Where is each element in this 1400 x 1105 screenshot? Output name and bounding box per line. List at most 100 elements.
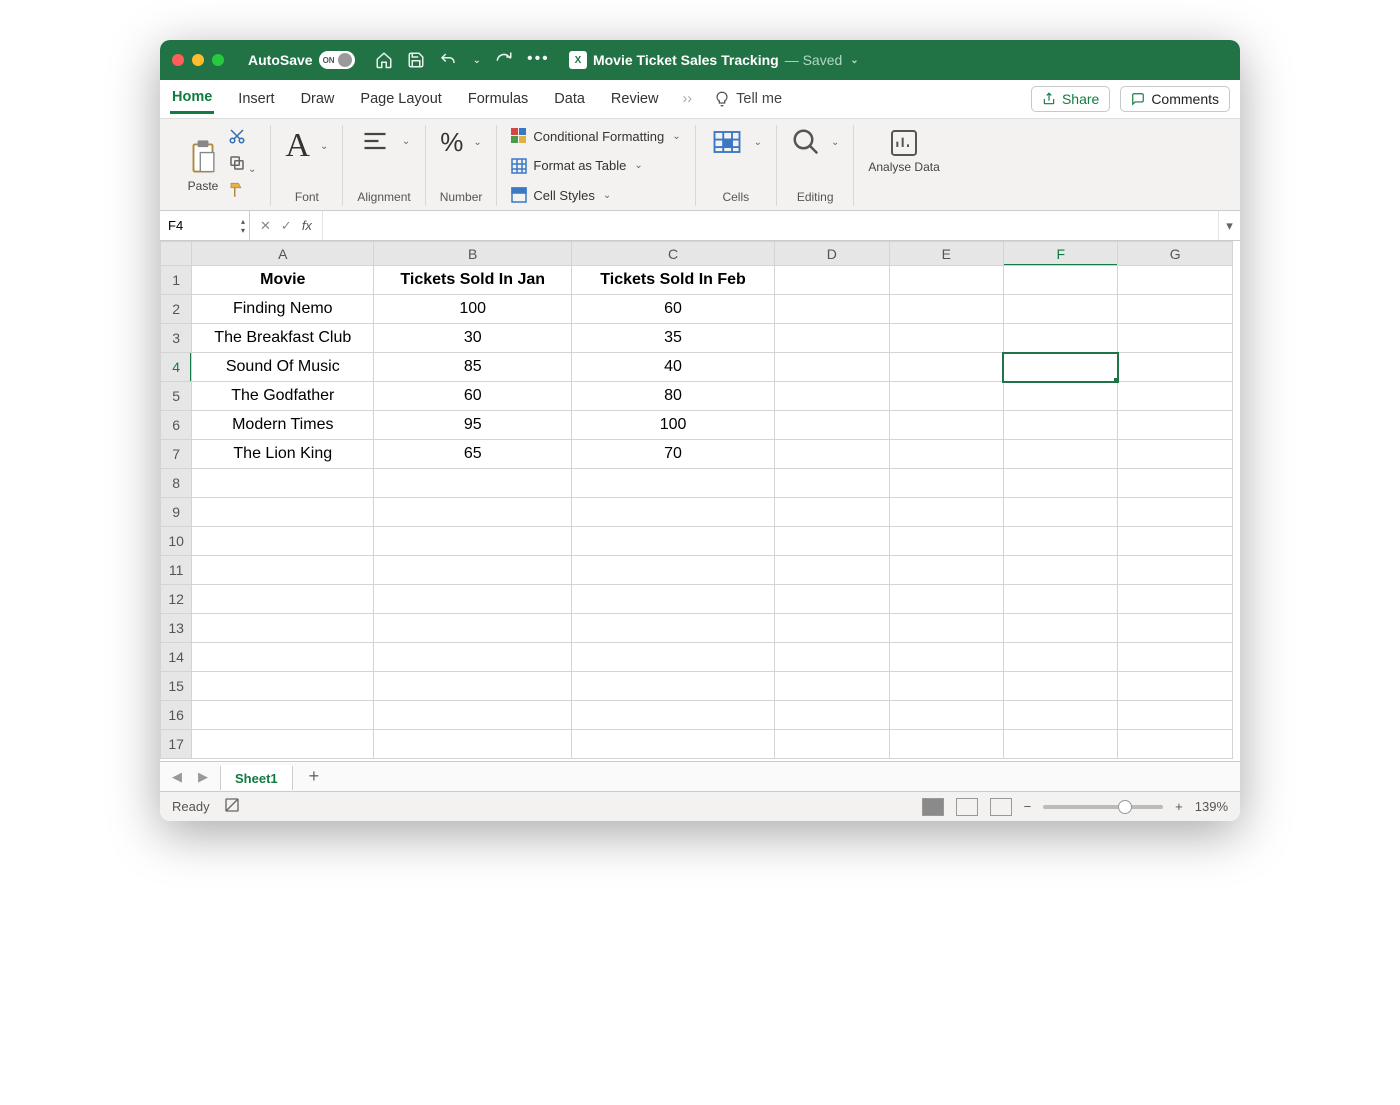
column-header-E[interactable]: E: [889, 242, 1003, 266]
cell-A9[interactable]: [192, 498, 374, 527]
row-header-3[interactable]: 3: [161, 324, 192, 353]
cell-E3[interactable]: [889, 324, 1003, 353]
cells-button[interactable]: [710, 127, 744, 157]
tab-home[interactable]: Home: [170, 85, 214, 114]
cell-E5[interactable]: [889, 382, 1003, 411]
fx-icon[interactable]: fx: [302, 218, 312, 233]
row-header-4[interactable]: 4: [161, 353, 192, 382]
cell-C3[interactable]: 35: [572, 324, 775, 353]
cell-A16[interactable]: [192, 701, 374, 730]
row-header-7[interactable]: 7: [161, 440, 192, 469]
fullscreen-window-icon[interactable]: [212, 54, 224, 66]
cell-D5[interactable]: [775, 382, 889, 411]
cell-C7[interactable]: 70: [572, 440, 775, 469]
analyse-data-button[interactable]: Analyse Data: [868, 127, 939, 174]
cell-G15[interactable]: [1118, 672, 1233, 701]
cell-E6[interactable]: [889, 411, 1003, 440]
cell-F1[interactable]: [1003, 266, 1117, 295]
cell-B13[interactable]: [374, 614, 572, 643]
cell-B7[interactable]: 65: [374, 440, 572, 469]
save-icon[interactable]: [407, 51, 425, 69]
conditional-formatting-button[interactable]: Conditional Formatting⌄: [511, 127, 680, 145]
cell-D8[interactable]: [775, 469, 889, 498]
formula-input[interactable]: [323, 211, 1218, 240]
cell-D9[interactable]: [775, 498, 889, 527]
cell-F17[interactable]: [1003, 730, 1117, 759]
chevron-down-icon[interactable]: ⌄: [754, 137, 762, 148]
cell-G10[interactable]: [1118, 527, 1233, 556]
row-header-12[interactable]: 12: [161, 585, 192, 614]
tab-page-layout[interactable]: Page Layout: [358, 87, 443, 111]
view-page-break-button[interactable]: [990, 798, 1012, 816]
cell-G13[interactable]: [1118, 614, 1233, 643]
cell-F10[interactable]: [1003, 527, 1117, 556]
row-header-8[interactable]: 8: [161, 469, 192, 498]
row-header-13[interactable]: 13: [161, 614, 192, 643]
cell-E4[interactable]: [889, 353, 1003, 382]
redo-icon[interactable]: [495, 51, 513, 69]
chevron-down-icon[interactable]: ⌄: [320, 141, 328, 152]
cell-A4[interactable]: Sound Of Music: [192, 353, 374, 382]
row-header-17[interactable]: 17: [161, 730, 192, 759]
name-box[interactable]: F4 ▴▾: [160, 211, 250, 240]
cell-E11[interactable]: [889, 556, 1003, 585]
tab-data[interactable]: Data: [552, 87, 587, 111]
cell-A3[interactable]: The Breakfast Club: [192, 324, 374, 353]
tabs-overflow-icon[interactable]: ››: [682, 91, 692, 107]
cell-F16[interactable]: [1003, 701, 1117, 730]
row-header-16[interactable]: 16: [161, 701, 192, 730]
cell-F8[interactable]: [1003, 469, 1117, 498]
cell-C9[interactable]: [572, 498, 775, 527]
cell-G5[interactable]: [1118, 382, 1233, 411]
cell-F7[interactable]: [1003, 440, 1117, 469]
spreadsheet-grid[interactable]: ABCDEFG 1MovieTickets Sold In JanTickets…: [160, 241, 1240, 761]
cell-C10[interactable]: [572, 527, 775, 556]
cell-D3[interactable]: [775, 324, 889, 353]
zoom-level[interactable]: 139%: [1195, 799, 1228, 814]
cell-G3[interactable]: [1118, 324, 1233, 353]
cell-F14[interactable]: [1003, 643, 1117, 672]
cell-C15[interactable]: [572, 672, 775, 701]
cell-B17[interactable]: [374, 730, 572, 759]
sheet-tab-sheet1[interactable]: Sheet1: [220, 765, 293, 790]
cell-C2[interactable]: 60: [572, 295, 775, 324]
row-header-10[interactable]: 10: [161, 527, 192, 556]
cell-F11[interactable]: [1003, 556, 1117, 585]
cell-C14[interactable]: [572, 643, 775, 672]
cell-A7[interactable]: The Lion King: [192, 440, 374, 469]
cell-B6[interactable]: 95: [374, 411, 572, 440]
cell-E17[interactable]: [889, 730, 1003, 759]
view-page-layout-button[interactable]: [956, 798, 978, 816]
select-all-corner[interactable]: [161, 242, 192, 266]
cell-A13[interactable]: [192, 614, 374, 643]
undo-dropdown-icon[interactable]: ⌄: [473, 55, 481, 66]
cell-C16[interactable]: [572, 701, 775, 730]
cell-F2[interactable]: [1003, 295, 1117, 324]
number-button[interactable]: %: [440, 127, 463, 158]
cell-A12[interactable]: [192, 585, 374, 614]
chevron-down-icon[interactable]: ⌄: [831, 137, 839, 148]
cell-D11[interactable]: [775, 556, 889, 585]
cell-D14[interactable]: [775, 643, 889, 672]
share-button[interactable]: Share: [1031, 86, 1110, 112]
cell-F3[interactable]: [1003, 324, 1117, 353]
cell-C4[interactable]: 40: [572, 353, 775, 382]
cell-G4[interactable]: [1118, 353, 1233, 382]
title-dropdown-icon[interactable]: ⌄: [850, 55, 858, 66]
cell-E1[interactable]: [889, 266, 1003, 295]
cell-G8[interactable]: [1118, 469, 1233, 498]
cell-D10[interactable]: [775, 527, 889, 556]
copy-icon[interactable]: ⌄: [228, 154, 256, 177]
cell-B3[interactable]: 30: [374, 324, 572, 353]
cell-E9[interactable]: [889, 498, 1003, 527]
cell-E13[interactable]: [889, 614, 1003, 643]
cell-A6[interactable]: Modern Times: [192, 411, 374, 440]
cell-B2[interactable]: 100: [374, 295, 572, 324]
row-header-1[interactable]: 1: [161, 266, 192, 295]
cell-styles-button[interactable]: Cell Styles⌄: [511, 186, 611, 204]
cell-B10[interactable]: [374, 527, 572, 556]
row-header-2[interactable]: 2: [161, 295, 192, 324]
cell-C5[interactable]: 80: [572, 382, 775, 411]
cell-A14[interactable]: [192, 643, 374, 672]
cell-D12[interactable]: [775, 585, 889, 614]
